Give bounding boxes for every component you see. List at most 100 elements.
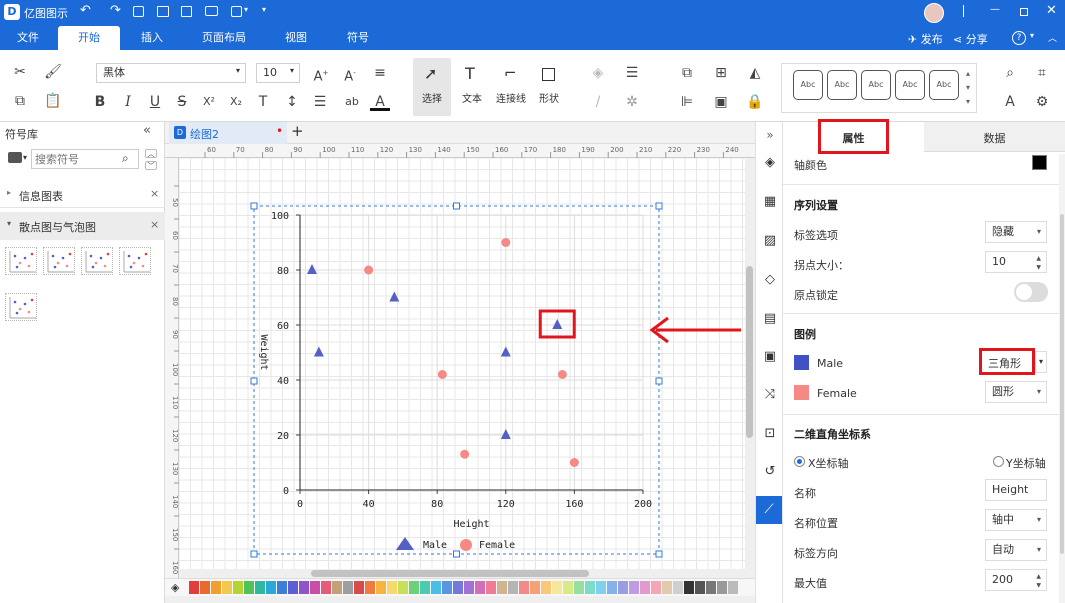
resize-handle[interactable]: [250, 202, 258, 210]
resize-handle[interactable]: [250, 377, 258, 385]
fill-color-icon[interactable]: ◈: [588, 64, 608, 82]
color-swatch[interactable]: [277, 581, 287, 594]
save-icon[interactable]: [181, 6, 192, 17]
stepper-arrows-icon[interactable]: ▲ ▼: [1036, 572, 1041, 590]
scroll-down-icon[interactable]: ﹀: [145, 161, 157, 170]
axis-name-input[interactable]: Height: [985, 479, 1047, 501]
symbol-thumbnail[interactable]: [5, 293, 37, 321]
library-icon[interactable]: [8, 152, 22, 163]
open-file-icon[interactable]: [157, 6, 169, 17]
panel-scrollbar[interactable]: [1059, 154, 1065, 603]
close-icon[interactable]: ×: [150, 187, 159, 200]
help-icon[interactable]: ?: [1012, 31, 1026, 45]
collapse-ribbon-icon[interactable]: ︿: [1048, 31, 1057, 44]
menu-home[interactable]: 开始: [58, 26, 120, 50]
color-swatch[interactable]: [343, 581, 353, 594]
tab-data[interactable]: 数据: [924, 130, 1065, 146]
line-style-icon[interactable]: ☰: [622, 64, 642, 82]
paste-icon[interactable]: 📋: [43, 92, 63, 110]
color-swatch[interactable]: [717, 581, 727, 594]
color-swatch[interactable]: [398, 581, 408, 594]
style-preset-4[interactable]: Abc: [895, 70, 925, 100]
undo-icon[interactable]: ↶: [80, 3, 91, 18]
horizontal-scrollbar[interactable]: [179, 569, 745, 578]
shape-tool-button[interactable]: 形状: [532, 58, 566, 116]
subscript-icon[interactable]: X₂: [226, 93, 246, 111]
color-swatch[interactable]: [475, 581, 485, 594]
resize-handle[interactable]: [655, 202, 663, 210]
share-button[interactable]: ⋖ 分享: [953, 31, 988, 47]
group-icon[interactable]: ⊞: [711, 64, 731, 82]
style-preset-3[interactable]: Abc: [861, 70, 891, 100]
symbol-thumbnail[interactable]: [43, 247, 75, 275]
export-dropdown-icon[interactable]: ▾: [244, 5, 248, 14]
find-icon[interactable]: ⌕: [1000, 64, 1020, 82]
document-tab[interactable]: D 绘图2 •: [169, 122, 287, 144]
scroll-up-icon[interactable]: ︿: [145, 149, 157, 158]
color-swatch[interactable]: [519, 581, 529, 594]
stepper-arrows-icon[interactable]: ▲ ▼: [1036, 254, 1041, 272]
color-swatch[interactable]: [596, 581, 606, 594]
restore-icon[interactable]: [1020, 8, 1028, 16]
bring-front-icon[interactable]: ⧉: [677, 64, 697, 82]
crop-icon[interactable]: ⌗: [1032, 64, 1052, 82]
settings-icon[interactable]: ⚙: [1032, 93, 1052, 111]
resize-handle[interactable]: [453, 550, 460, 558]
color-swatch[interactable]: [629, 581, 639, 594]
scrollbar-thumb[interactable]: [311, 570, 589, 577]
label-option-select[interactable]: 隐藏 ▾: [985, 221, 1047, 243]
color-swatch[interactable]: [431, 581, 441, 594]
symbol-thumbnail[interactable]: [81, 247, 113, 275]
name-position-select[interactable]: 轴中 ▾: [985, 509, 1047, 531]
menu-page-layout[interactable]: 页面布局: [196, 26, 252, 50]
color-swatch[interactable]: [222, 581, 232, 594]
color-swatch[interactable]: [464, 581, 474, 594]
quick-access-dropdown-icon[interactable]: ▾: [262, 5, 266, 14]
resize-handle[interactable]: [453, 202, 460, 210]
data-icon[interactable]: ▣: [761, 348, 779, 366]
shuffle-icon[interactable]: ⤨: [761, 386, 779, 404]
data-point-circle[interactable]: [460, 449, 470, 459]
export-icon[interactable]: [231, 6, 242, 17]
color-swatch[interactable]: [673, 581, 683, 594]
origin-lock-toggle[interactable]: [1014, 282, 1048, 302]
legend-female-swatch[interactable]: [794, 385, 809, 400]
style-preset-5[interactable]: Abc: [929, 70, 959, 100]
connector-tool-button[interactable]: ⌐ 连接线: [492, 58, 530, 116]
color-swatch[interactable]: [651, 581, 661, 594]
color-swatch[interactable]: [244, 581, 254, 594]
font-color-icon[interactable]: A: [370, 93, 390, 111]
add-tab-icon[interactable]: +: [291, 122, 304, 140]
line-color-icon[interactable]: /: [588, 93, 608, 111]
color-swatch[interactable]: [662, 581, 672, 594]
menu-file[interactable]: 文件: [8, 26, 48, 50]
flip-icon[interactable]: ◭: [745, 64, 765, 82]
chevron-down-icon[interactable]: ▾: [1035, 351, 1047, 373]
strikethrough-icon[interactable]: S: [172, 93, 192, 111]
color-swatch[interactable]: [541, 581, 551, 594]
color-palette[interactable]: [189, 581, 745, 594]
new-file-icon[interactable]: [133, 6, 144, 17]
color-swatch[interactable]: [574, 581, 584, 594]
color-swatch[interactable]: [365, 581, 375, 594]
search-icon[interactable]: ⌕: [122, 151, 129, 166]
color-swatch[interactable]: [376, 581, 386, 594]
bold-icon[interactable]: B: [90, 93, 110, 111]
symbol-thumbnail[interactable]: [119, 247, 151, 275]
data-point-triangle[interactable]: [307, 264, 318, 274]
align-objects-icon[interactable]: ⊫: [677, 93, 697, 111]
lock-icon[interactable]: 🔒: [745, 93, 765, 111]
color-swatch[interactable]: [530, 581, 540, 594]
color-swatch[interactable]: [497, 581, 507, 594]
color-swatch[interactable]: [288, 581, 298, 594]
select-tool-button[interactable]: ➚ 选择: [413, 58, 451, 116]
color-swatch[interactable]: [387, 581, 397, 594]
chevron-down-icon[interactable]: ▾: [23, 153, 27, 162]
max-value-stepper[interactable]: 200 ▲ ▼: [985, 569, 1047, 591]
color-swatch[interactable]: [299, 581, 309, 594]
color-swatch[interactable]: [695, 581, 705, 594]
legend-male-swatch[interactable]: [794, 355, 809, 370]
text-style-icon[interactable]: T: [253, 93, 273, 111]
grow-font-icon[interactable]: A+: [311, 64, 331, 84]
drawing-page[interactable]: 0 40 80 120 160 200 0 20 40 60 80 100 Height Weight Ma…: [179, 158, 745, 572]
